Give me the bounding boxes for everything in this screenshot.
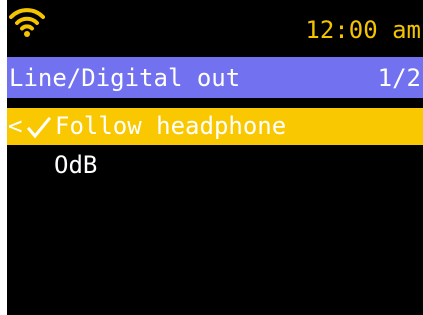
title-bar: Line/Digital out 1/2 xyxy=(7,57,423,98)
menu-item-label: Follow headphone xyxy=(55,112,287,140)
menu-item-label: OdB xyxy=(54,151,98,179)
status-bar: 12:00 am xyxy=(7,0,423,52)
check-icon xyxy=(27,117,52,139)
page-indicator: 1/2 xyxy=(377,64,421,92)
page-title: Line/Digital out xyxy=(9,64,241,92)
back-arrow-icon[interactable]: < xyxy=(8,111,22,141)
clock: 12:00 am xyxy=(305,16,421,44)
menu-item-follow-headphone[interactable]: < Follow headphone xyxy=(7,108,423,145)
wifi-icon xyxy=(9,8,45,37)
device-screen: 12:00 am Line/Digital out 1/2 < Follow h… xyxy=(7,0,423,315)
menu-item-0db[interactable]: OdB xyxy=(7,147,423,184)
